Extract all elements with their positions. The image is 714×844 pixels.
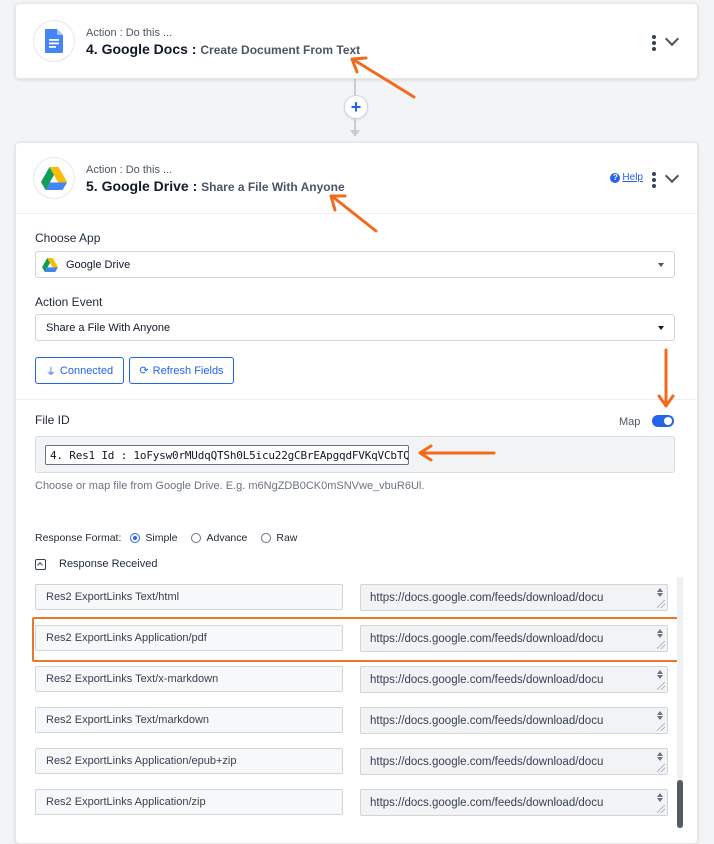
response-format-group: Response Format: Simple Advance Raw (35, 532, 311, 544)
scrollbar-thumb[interactable] (677, 780, 683, 828)
step-4-more-icon[interactable] (652, 35, 656, 53)
connected-label: Connected (59, 364, 114, 377)
google-docs-icon (33, 20, 75, 62)
response-key[interactable]: Res2 ExportLinks Application/zip (35, 789, 343, 815)
resize-grip-icon[interactable] (657, 723, 665, 731)
step-4-event-name: Create Document From Text (200, 43, 361, 57)
step-5-chevron-down-icon[interactable] (664, 168, 680, 184)
action-event-select[interactable]: Share a File With Anyone (35, 314, 675, 341)
response-key[interactable]: Res2 ExportLinks Application/epub+zip (35, 748, 343, 774)
response-row: Res2 ExportLinks Text/x-markdown https:/… (16, 659, 697, 699)
step-5-caption: Action : Do this ... (86, 164, 173, 176)
response-row: Res2 ExportLinks Text/markdown https://d… (16, 700, 697, 740)
spinner-icon[interactable] (656, 669, 664, 680)
map-label: Map (619, 416, 641, 428)
action-event-label: Action Event (35, 295, 103, 309)
caret-down-icon (658, 263, 664, 267)
step-5-title: 5. Google Drive : Share a File With Anyo… (86, 178, 345, 194)
choose-app-value: Google Drive (66, 258, 131, 271)
resize-grip-icon[interactable] (657, 805, 665, 813)
file-id-hint: Choose or map file from Google Drive. E.… (35, 480, 425, 492)
response-value[interactable]: https://docs.google.com/feeds/download/d… (360, 584, 668, 611)
format-advance-label: Advance (206, 532, 248, 544)
response-row: Res2 ExportLinks Application/epub+zip ht… (16, 741, 697, 781)
choose-app-select[interactable]: Google Drive (35, 251, 675, 278)
connector-arrow-icon (350, 130, 360, 137)
response-row: Res2 ExportLinks Text/html https://docs.… (16, 577, 697, 617)
format-simple-label: Simple (145, 532, 178, 544)
format-radio-simple[interactable]: Simple (130, 532, 177, 544)
help-icon: ? (610, 172, 621, 183)
response-value-text: https://docs.google.com/feeds/download/d… (370, 714, 604, 727)
radio-icon (261, 533, 272, 543)
response-value-text: https://docs.google.com/feeds/download/d… (370, 755, 604, 768)
radio-icon (191, 533, 202, 543)
response-value[interactable]: https://docs.google.com/feeds/download/d… (360, 789, 668, 816)
step-5-event-name: Share a File With Anyone (201, 180, 345, 194)
response-value[interactable]: https://docs.google.com/feeds/download/d… (360, 748, 668, 775)
collapse-response-icon[interactable] (35, 559, 46, 570)
spinner-icon[interactable] (656, 792, 664, 803)
connector-line-bottom (354, 118, 356, 130)
step-5-app-name: 5. Google Drive : (86, 178, 198, 194)
add-step-button[interactable]: + (344, 95, 368, 119)
refresh-fields-button[interactable]: ⟳ Refresh Fields (129, 357, 234, 384)
spinner-icon[interactable] (656, 751, 664, 762)
format-radio-raw[interactable]: Raw (261, 532, 297, 544)
google-drive-icon (33, 157, 75, 199)
response-key[interactable]: Res2 ExportLinks Text/markdown (35, 707, 343, 733)
refresh-icon: ⟳ (139, 365, 149, 377)
highlight-frame (32, 617, 680, 662)
radio-selected-icon (130, 533, 141, 543)
connector-line-top (354, 78, 356, 95)
format-raw-label: Raw (276, 532, 298, 544)
file-id-label: File ID (35, 413, 70, 427)
step-4-title: 4. Google Docs : Create Document From Te… (86, 41, 360, 57)
response-value[interactable]: https://docs.google.com/feeds/download/d… (360, 666, 668, 693)
response-value-text: https://docs.google.com/feeds/download/d… (370, 591, 604, 604)
spinner-icon[interactable] (656, 587, 664, 598)
step-5-more-icon[interactable] (652, 172, 656, 190)
file-id-field[interactable]: 4. Res1 Id : 1oFysw0rMUdqQTSh0L5icu22gCB… (35, 436, 675, 473)
response-key[interactable]: Res2 ExportLinks Text/x-markdown (35, 666, 343, 692)
action-event-value: Share a File With Anyone (46, 321, 171, 334)
header-divider (16, 213, 697, 214)
step-4-card[interactable]: Action : Do this ... 4. Google Docs : Cr… (15, 3, 698, 79)
resize-grip-icon[interactable] (657, 600, 665, 608)
response-key[interactable]: Res2 ExportLinks Text/html (35, 584, 343, 610)
response-value-text: https://docs.google.com/feeds/download/d… (370, 673, 604, 686)
step-4-chevron-down-icon[interactable] (664, 31, 680, 47)
response-format-label: Response Format: (35, 532, 122, 544)
response-received-label: Response Received (59, 558, 158, 570)
step-5-card[interactable]: Action : Do this ... 5. Google Drive : S… (15, 142, 698, 844)
help-label: Help (622, 172, 643, 183)
response-value[interactable]: https://docs.google.com/feeds/download/d… (360, 707, 668, 734)
map-toggle[interactable] (652, 415, 674, 427)
caret-down-icon (658, 326, 664, 330)
response-row: Res2 ExportLinks Application/zip https:/… (16, 782, 697, 822)
choose-app-label: Choose App (35, 231, 101, 245)
resize-grip-icon[interactable] (657, 764, 665, 772)
google-drive-small-icon (42, 257, 58, 272)
resize-grip-icon[interactable] (657, 682, 665, 690)
refresh-fields-label: Refresh Fields (152, 364, 224, 377)
section-divider (16, 399, 697, 400)
spinner-icon[interactable] (656, 710, 664, 721)
plug-icon: ⏚ (45, 367, 56, 378)
scrollbar-track[interactable] (677, 577, 683, 828)
step-4-caption: Action : Do this ... (86, 27, 173, 39)
response-value-text: https://docs.google.com/feeds/download/d… (370, 796, 604, 809)
file-id-mapped-chip[interactable]: 4. Res1 Id : 1oFysw0rMUdqQTSh0L5icu22gCB… (45, 445, 409, 465)
help-link[interactable]: ? Help (610, 172, 643, 183)
toggle-knob (664, 417, 672, 425)
step-4-app-name: 4. Google Docs : (86, 41, 197, 57)
connected-button[interactable]: ⏚ Connected (35, 357, 124, 384)
format-radio-advance[interactable]: Advance (191, 532, 247, 544)
